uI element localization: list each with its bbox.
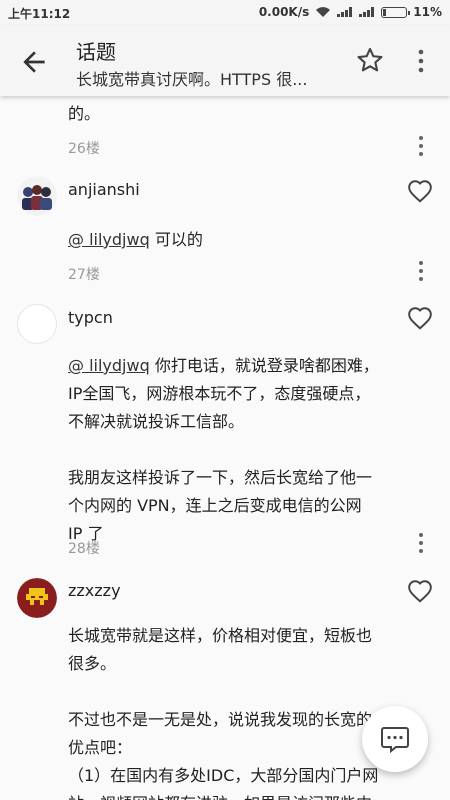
heart-outline-icon[interactable]: [407, 179, 433, 203]
signal-icon-2: [359, 7, 375, 17]
post-body-cut: 的。: [68, 104, 101, 123]
more-vert-icon[interactable]: [414, 134, 428, 158]
status-time: 上午11:12: [8, 7, 71, 21]
more-vert-icon[interactable]: [414, 531, 428, 555]
heart-outline-icon[interactable]: [407, 306, 433, 330]
post-text: 站、视频网站都有进驻，如果是访问那些内: [68, 790, 418, 800]
post-text: IP 了: [68, 524, 104, 543]
battery-icon: [381, 6, 411, 18]
username[interactable]: zzxzzy: [68, 581, 121, 600]
floor-number: 27楼: [68, 267, 100, 283]
topic-subtitle: 长城宽带真讨厌啊。HTTPS 很...: [76, 70, 308, 89]
arrow-back-icon[interactable]: [18, 46, 50, 78]
post-list[interactable]: 的。 26楼 anjianshi @ lilydjwq 可以的 27楼 typc…: [0, 96, 450, 800]
more-vert-icon[interactable]: [414, 259, 428, 283]
post-text: 我朋友这样投诉了一下，然后长宽给了他一: [68, 468, 373, 487]
post-body: @ lilydjwq 可以的: [68, 226, 418, 254]
post-text: 不解决就说投诉工信部。: [68, 412, 245, 431]
post-text: 很多。: [68, 654, 117, 673]
post-text: 可以的: [149, 230, 203, 249]
post-text: IP全国飞，网游根本玩不了，态度强硬点，: [68, 384, 371, 403]
battery-level: 11%: [413, 5, 442, 19]
mention-link[interactable]: @ lilydjwq: [68, 230, 150, 249]
post-body: @ lilydjwq 你打电话，就说登录啥都困难， IP全国飞，网游根本玩不了，…: [68, 352, 418, 548]
username[interactable]: anjianshi: [68, 180, 140, 199]
more-vert-icon[interactable]: [414, 48, 428, 74]
avatar[interactable]: [17, 304, 57, 344]
floor-number: 28楼: [68, 541, 100, 557]
signal-icon: [337, 7, 353, 17]
floor-number: 26楼: [68, 141, 100, 157]
net-speed: 0.00K/s: [258, 5, 310, 19]
comment-icon: [381, 727, 409, 754]
status-right: 0.00K/s 11%: [259, 5, 442, 19]
status-bar: 上午11:12 0.00K/s 11%: [0, 0, 450, 26]
avatar[interactable]: [17, 578, 57, 618]
heart-outline-icon[interactable]: [407, 579, 433, 603]
avatar[interactable]: [17, 176, 57, 216]
app-bar: 话题 长城宽带真讨厌啊。HTTPS 很...: [0, 26, 450, 96]
post-text: 长城宽带就是这样，价格相对便宜，短板也: [68, 626, 373, 645]
mention-link[interactable]: @ lilydjwq: [68, 356, 150, 375]
comment-button[interactable]: [362, 706, 428, 772]
page-title: 话题: [76, 40, 116, 64]
username[interactable]: typcn: [68, 308, 113, 327]
star-icon[interactable]: [356, 46, 384, 74]
post-text: 你打电话，就说登录啥都困难，: [149, 356, 379, 375]
post-text: 个内网的 VPN，连上之后变成电信的公网: [68, 496, 362, 515]
wifi-icon: [316, 7, 331, 17]
